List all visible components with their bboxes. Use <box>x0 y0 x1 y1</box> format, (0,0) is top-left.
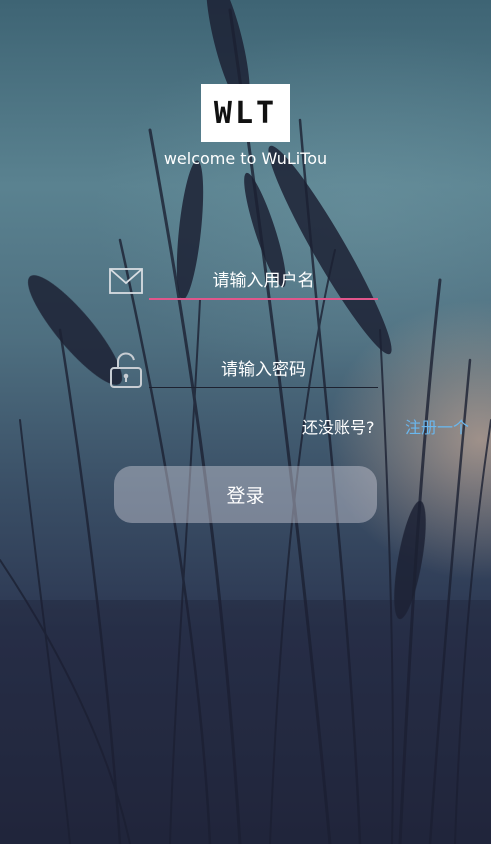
envelope-icon <box>109 268 143 294</box>
unlocked-padlock-icon <box>110 352 142 388</box>
password-input[interactable] <box>149 353 378 388</box>
login-screen: WLT welcome to WuLiTou 还没账号? 注册一个 登录 <box>0 0 491 844</box>
logo-text: WLT <box>213 95 278 131</box>
app-logo: WLT <box>201 84 290 142</box>
login-button[interactable]: 登录 <box>114 466 377 523</box>
no-account-label: 还没账号? <box>302 418 375 437</box>
username-input[interactable] <box>149 264 378 300</box>
register-link[interactable]: 注册一个 <box>405 414 469 438</box>
welcome-text: welcome to WuLiTou <box>163 149 328 168</box>
